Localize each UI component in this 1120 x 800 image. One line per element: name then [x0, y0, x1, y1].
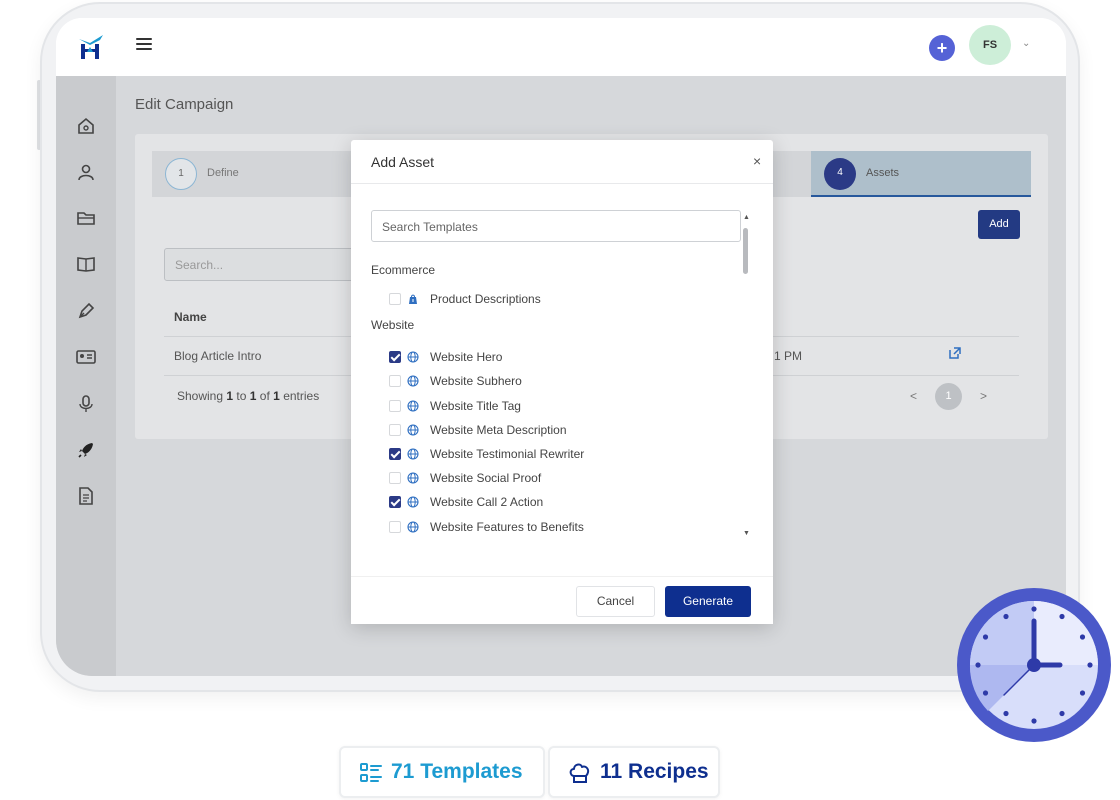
- add-asset-button[interactable]: Add: [978, 210, 1020, 239]
- user-icon[interactable]: [76, 162, 96, 182]
- external-link-icon[interactable]: [948, 346, 962, 360]
- item-label: Website Subhero: [430, 374, 522, 389]
- row-time-cell: 1 PM: [774, 349, 803, 363]
- shopify-bag-icon: [407, 292, 419, 304]
- list-item[interactable]: Website Features to Benefits: [351, 516, 741, 540]
- checkbox[interactable]: [389, 423, 401, 436]
- scrollbar-thumb[interactable]: [743, 228, 748, 274]
- list-item[interactable]: Website Title Tag: [351, 395, 741, 419]
- hm-logo-icon[interactable]: [76, 31, 106, 61]
- template-list-icon: [359, 761, 383, 785]
- hamburger-icon[interactable]: [136, 38, 152, 52]
- item-label: Website Call 2 Action: [430, 495, 544, 510]
- item-label: Product Descriptions: [430, 292, 541, 306]
- globe-icon: [407, 350, 419, 363]
- item-label: Website Meta Description: [430, 422, 567, 437]
- globe-icon: [407, 423, 419, 436]
- scroll-down-arrow[interactable]: ▼: [743, 530, 750, 537]
- pager-page-1[interactable]: 1: [935, 383, 962, 410]
- clock-icon: [956, 587, 1112, 743]
- pager-next-button[interactable]: >: [980, 389, 987, 403]
- checkbox[interactable]: [389, 375, 401, 388]
- page-title: Edit Campaign: [135, 96, 234, 113]
- templates-badge[interactable]: 71 Templates: [339, 746, 545, 798]
- rocket-icon[interactable]: [76, 440, 96, 460]
- globe-icon: [407, 471, 419, 484]
- pager-prev-button[interactable]: <: [910, 389, 917, 403]
- item-label: Website Hero: [430, 350, 503, 365]
- list-item[interactable]: Website Hero: [351, 346, 741, 370]
- globe-icon: [407, 520, 419, 533]
- globe-icon: [407, 495, 419, 508]
- list-item[interactable]: Website Call 2 Action: [351, 491, 741, 515]
- globe-icon: [407, 447, 419, 460]
- generate-button[interactable]: Generate: [665, 586, 751, 617]
- modal-header: Add Asset ×: [351, 140, 773, 184]
- list-item[interactable]: Website Subhero: [351, 370, 741, 394]
- close-icon[interactable]: ×: [753, 153, 761, 169]
- checkbox-checked[interactable]: [389, 351, 401, 364]
- checkbox-checked[interactable]: [389, 447, 401, 460]
- user-avatar[interactable]: FS: [969, 25, 1011, 65]
- document-icon[interactable]: [76, 486, 96, 506]
- recipes-count: 11 Recipes: [600, 760, 709, 783]
- row-name-cell: Blog Article Intro: [174, 349, 262, 363]
- chef-hat-icon: [568, 761, 592, 785]
- checkbox[interactable]: [389, 472, 401, 485]
- microphone-icon[interactable]: [76, 394, 96, 414]
- sidebar: [56, 76, 116, 676]
- group-label-ecommerce: Ecommerce: [371, 263, 436, 277]
- scroll-up-arrow[interactable]: ▲: [743, 214, 750, 221]
- cancel-button[interactable]: Cancel: [576, 586, 655, 617]
- template-list: Ecommerce Product Descriptions Website W…: [351, 260, 741, 546]
- recipes-badge[interactable]: 11 Recipes: [548, 746, 720, 798]
- create-new-button[interactable]: +: [929, 35, 955, 61]
- home-icon[interactable]: [76, 116, 96, 136]
- globe-icon: [407, 374, 419, 387]
- list-item[interactable]: Website Meta Description: [351, 419, 741, 443]
- add-asset-modal: Add Asset × Search Templates ▲ ▼ Ecommer…: [351, 140, 773, 624]
- table-search-input[interactable]: Search...: [164, 248, 364, 281]
- item-label: Website Testimonial Rewriter: [430, 446, 585, 461]
- folder-icon[interactable]: [76, 208, 96, 228]
- entries-summary: Showing 1 to 1 of 1 entries: [177, 389, 320, 403]
- checkbox[interactable]: [389, 293, 401, 305]
- list-item[interactable]: Website Social Proof: [351, 467, 741, 491]
- top-bar: + FS ⌄: [56, 18, 1066, 76]
- checkbox[interactable]: [389, 399, 401, 412]
- item-label: Website Social Proof: [430, 471, 542, 486]
- step-4-circle: 4: [824, 158, 856, 190]
- step-1-label[interactable]: Define: [207, 167, 239, 179]
- stage: + FS ⌄ Edit Campaign 1 Define 4 Assets A…: [0, 0, 1120, 800]
- step-4-tab[interactable]: 4 Assets: [811, 151, 1031, 197]
- modal-footer: Cancel Generate: [351, 576, 773, 624]
- checkbox-checked[interactable]: [389, 496, 401, 509]
- chevron-down-icon[interactable]: ⌄: [1022, 38, 1030, 49]
- globe-icon: [407, 399, 419, 412]
- step-1-circle[interactable]: 1: [165, 158, 197, 190]
- item-label: Website Features to Benefits: [430, 519, 584, 534]
- checkbox[interactable]: [389, 520, 401, 533]
- column-header-name[interactable]: Name: [174, 310, 207, 324]
- template-search-input[interactable]: Search Templates: [371, 210, 741, 242]
- templates-count: 71 Templates: [391, 760, 523, 783]
- group-label-website: Website: [371, 318, 415, 333]
- pen-icon[interactable]: [76, 301, 96, 321]
- item-label: Website Title Tag: [430, 398, 521, 413]
- step-4-label: Assets: [866, 167, 900, 179]
- modal-title: Add Asset: [371, 154, 435, 170]
- list-item[interactable]: Website Testimonial Rewriter: [351, 443, 741, 467]
- list-item[interactable]: Product Descriptions: [351, 288, 741, 312]
- book-icon[interactable]: [76, 254, 96, 274]
- id-card-icon[interactable]: [76, 347, 96, 367]
